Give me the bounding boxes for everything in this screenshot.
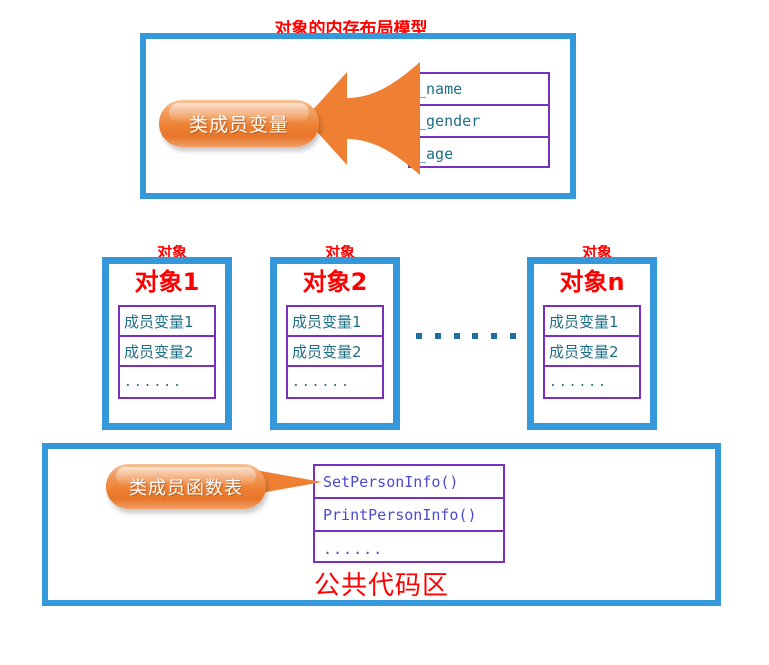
- list-item: 成员变量1: [288, 307, 382, 337]
- object-box: 对象1 成员变量1 成员变量2 ......: [102, 257, 232, 430]
- dot-icon: [472, 333, 479, 339]
- list-item: 成员变量2: [545, 337, 639, 367]
- table-row: SetPersonInfo(): [315, 466, 503, 499]
- class-attributes-table: _name _gender _age: [408, 72, 550, 168]
- class-member-function-table-callout-label: 类成员函数表: [129, 477, 243, 499]
- object-box-title: 对象1: [134, 268, 200, 296]
- list-item: ......: [292, 374, 351, 390]
- class-member-variable-callout-label: 类成员变量: [188, 114, 289, 136]
- object-box-title: 对象n: [559, 268, 625, 296]
- diagram-canvas: 对象的内存布局模型 类成员变量 _name _gender _age 对象 对象…: [0, 0, 769, 665]
- table-row: _gender: [410, 106, 548, 138]
- table-row: _age: [417, 145, 454, 163]
- object-box: 对象n 成员变量1 成员变量2 ......: [527, 257, 657, 430]
- table-row: _name: [410, 74, 548, 106]
- dot-icon: [416, 333, 422, 339]
- left-arrow-icon: [305, 62, 420, 175]
- table-row: ......: [323, 539, 384, 558]
- dot-icon: [491, 333, 498, 339]
- list-item: 成员变量2: [288, 337, 382, 367]
- object-member-table: 成员变量1 成员变量2 ......: [286, 305, 384, 399]
- ellipsis-separator: [416, 329, 516, 343]
- public-code-area-label: 公共代码区: [313, 571, 449, 601]
- object-box: 对象2 成员变量1 成员变量2 ......: [270, 257, 400, 430]
- object-box-title: 对象2: [302, 268, 368, 296]
- list-item: 成员变量1: [545, 307, 639, 337]
- dot-icon: [453, 333, 460, 339]
- class-member-function-table: SetPersonInfo() PrintPersonInfo() ......: [313, 464, 505, 563]
- list-item: 成员变量1: [120, 307, 214, 337]
- object-member-table: 成员变量1 成员变量2 ......: [543, 305, 641, 399]
- object-member-table: 成员变量1 成员变量2 ......: [118, 305, 216, 399]
- dot-icon: [434, 333, 441, 339]
- class-member-variable-callout: 类成员变量: [159, 100, 319, 147]
- list-item: 成员变量2: [120, 337, 214, 367]
- list-item: ......: [549, 374, 608, 390]
- table-row: PrintPersonInfo(): [315, 499, 503, 532]
- list-item: ......: [124, 374, 183, 390]
- class-member-function-table-callout: 类成员函数表: [106, 464, 266, 509]
- dot-icon: [509, 333, 516, 339]
